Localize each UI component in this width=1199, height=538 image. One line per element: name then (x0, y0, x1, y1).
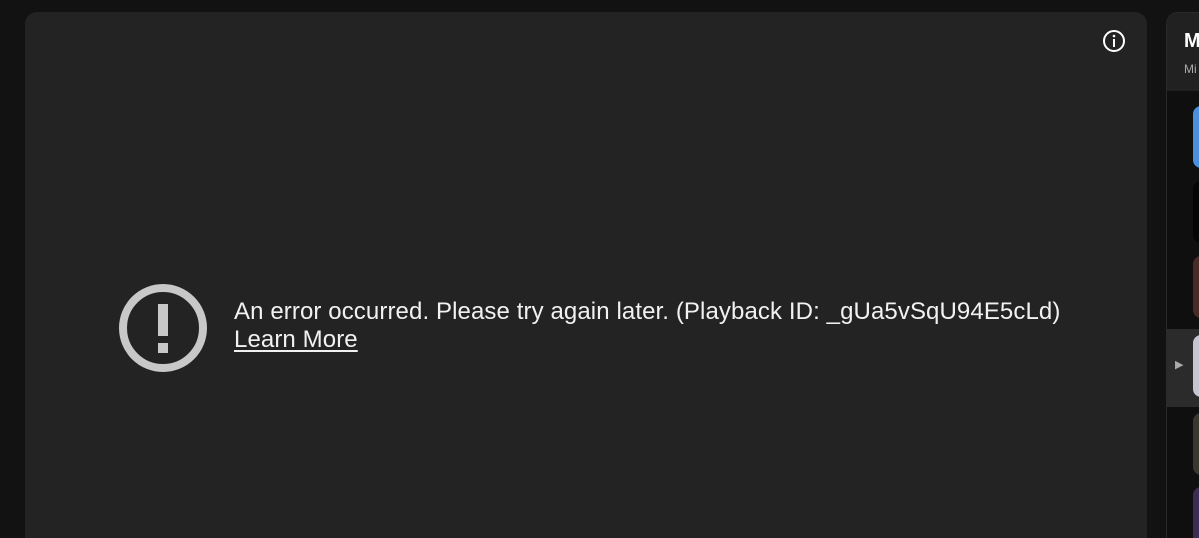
playlist-item-thumbnail (1193, 256, 1199, 318)
playlist-title[interactable]: M (1184, 29, 1199, 53)
playlist-subtitle: Mi (1184, 62, 1197, 76)
playlist-item-thumbnail (1193, 181, 1199, 243)
now-playing-indicator: ▶ (1175, 359, 1184, 371)
playlist-item-thumbnail (1193, 413, 1199, 475)
playlist-header: M Mi (1167, 13, 1199, 91)
playlist-item[interactable] (1167, 248, 1199, 318)
playlist-item[interactable] (1167, 173, 1199, 243)
video-player-error-panel: An error occurred. Please try again late… (25, 12, 1147, 538)
playlist-item-thumbnail (1193, 335, 1199, 397)
playlist-panel: M Mi ▶ (1166, 12, 1199, 538)
error-message: An error occurred. Please try again late… (234, 298, 1061, 325)
info-button[interactable] (1102, 29, 1126, 53)
exclamation-circle-icon (117, 282, 209, 374)
info-icon (1103, 30, 1125, 52)
playlist-item[interactable] (1167, 483, 1199, 538)
error-message-block: An error occurred. Please try again late… (117, 282, 1060, 374)
playlist-item[interactable] (1167, 98, 1199, 168)
playlist-item-now-playing[interactable]: ▶ (1167, 329, 1199, 407)
learn-more-link[interactable]: Learn More (234, 326, 358, 354)
error-text: An error occurred. Please try again late… (234, 298, 1060, 354)
playlist-item-thumbnail (1193, 487, 1199, 538)
playlist-item-thumbnail (1193, 106, 1199, 168)
page: An error occurred. Please try again late… (0, 0, 1199, 538)
playlist-item[interactable] (1167, 411, 1199, 481)
